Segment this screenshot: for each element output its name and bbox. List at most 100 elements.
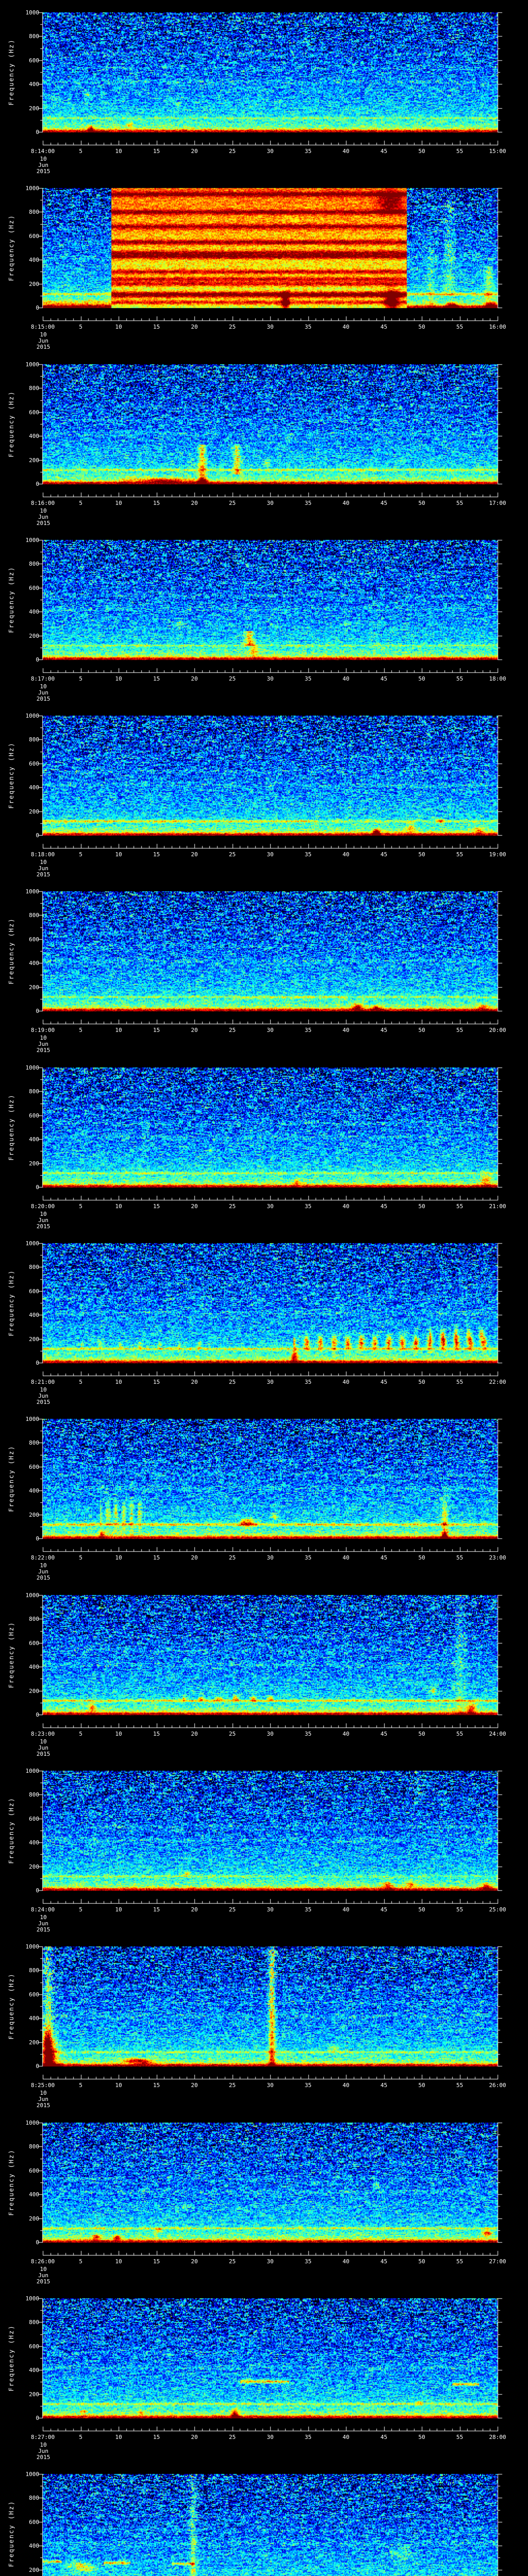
y-tick-label: 800 <box>29 1088 39 1095</box>
x-end-label: 18:00 <box>489 675 506 682</box>
y-tick-label: 0 <box>36 832 39 839</box>
x-tick-label: 50 <box>418 2434 425 2441</box>
y-axis-label: Frequency (Hz) <box>8 918 15 985</box>
date-line: 10 <box>40 507 47 514</box>
y-tick-label: 600 <box>29 584 39 591</box>
y-tick-label: 200 <box>29 2566 39 2573</box>
x-tick-label: 30 <box>267 1203 274 1210</box>
x-tick-label: 10 <box>115 1027 122 1033</box>
spectrogram-panel: Frequency (Hz) 0 200 400 600 800 1000 8:25:00 5 1… <box>0 1934 528 2110</box>
x-tick-label: 55 <box>456 1731 464 1737</box>
date-line: Jun <box>38 2096 48 2103</box>
y-tick-label: 1000 <box>25 537 40 544</box>
y-tick-label: 800 <box>29 209 39 216</box>
x-tick-label: 15 <box>153 500 160 506</box>
x-tick-label: 15 <box>153 675 160 682</box>
date-line: 2015 <box>36 1751 51 1757</box>
date-line: 2015 <box>36 2102 51 2109</box>
x-tick-label: 55 <box>456 2258 464 2265</box>
x-tick-label: 50 <box>418 2082 425 2089</box>
spectrogram-panel: Frequency (Hz) 0 200 400 600 800 1000 8:27:00 5 1… <box>0 2286 528 2462</box>
spectrogram-panel: Frequency (Hz) 0 200 400 600 800 1000 8:22:00 5 1… <box>0 1406 528 1582</box>
y-tick-label: 0 <box>36 1711 39 1718</box>
x-start-label: 8:16:00 <box>30 500 55 506</box>
spectrogram-panel: Frequency (Hz) 0 200 400 600 800 1000 8:23:00 5 1… <box>0 1583 528 1758</box>
x-tick-label: 5 <box>79 1203 82 1210</box>
date-line: 2015 <box>36 1574 51 1581</box>
x-tick-label: 5 <box>79 500 82 506</box>
x-tick-label: 35 <box>304 1731 312 1737</box>
x-tick-label: 45 <box>380 1379 388 1385</box>
date-line: 2015 <box>36 696 51 702</box>
date-line: Jun <box>38 1217 48 1224</box>
y-tick-label: 400 <box>29 257 39 264</box>
x-tick-label: 40 <box>342 2434 350 2441</box>
x-tick-label: 5 <box>79 324 82 330</box>
y-tick-label: 800 <box>29 1616 39 1623</box>
y-tick-label: 200 <box>29 1511 39 1518</box>
y-tick-label: 600 <box>29 1287 39 1295</box>
x-tick-label: 55 <box>456 500 464 506</box>
x-tick-label: 55 <box>456 1027 464 1033</box>
x-tick-label: 35 <box>304 1554 312 1561</box>
date-line: Jun <box>38 337 48 344</box>
y-tick-label: 1000 <box>25 361 40 368</box>
x-tick-label: 5 <box>79 1731 82 1737</box>
x-tick-label: 45 <box>380 1731 388 1737</box>
spectrogram-panel: Frequency (Hz) 0 200 400 600 800 1000 8:17:00 5 1… <box>0 528 528 703</box>
x-tick-label: 55 <box>456 1554 464 1561</box>
x-tick-label: 10 <box>115 324 122 330</box>
date-line: 2015 <box>36 1047 51 1054</box>
date-line: 10 <box>40 1562 47 1569</box>
x-tick-label: 25 <box>228 500 236 506</box>
x-tick-label: 50 <box>418 1906 425 1913</box>
x-tick-label: 40 <box>342 1203 350 1210</box>
x-tick-label: 30 <box>267 1731 274 1737</box>
y-tick-label: 200 <box>29 632 39 639</box>
x-tick-label: 5 <box>79 1906 82 1913</box>
date-line: 10 <box>40 1211 47 1217</box>
x-start-label: 8:17:00 <box>30 675 55 682</box>
x-tick-label: 40 <box>342 500 350 506</box>
x-tick-label: 40 <box>342 1731 350 1737</box>
date-line: 10 <box>40 1035 47 1041</box>
x-tick-label: 5 <box>79 2258 82 2265</box>
date-line: 10 <box>40 1738 47 1745</box>
y-tick-label: 0 <box>36 1887 39 1894</box>
x-tick-label: 55 <box>456 1906 464 1913</box>
y-tick-label: 800 <box>29 2495 39 2502</box>
y-tick-label: 600 <box>29 936 39 943</box>
y-tick-label: 1000 <box>25 888 40 895</box>
x-end-label: 19:00 <box>489 851 506 858</box>
x-tick-label: 25 <box>228 1379 236 1385</box>
y-tick-label: 0 <box>36 1535 39 1542</box>
y-tick-label: 1000 <box>25 1416 40 1422</box>
x-tick-label: 5 <box>79 1554 82 1561</box>
x-tick-label: 50 <box>418 148 425 155</box>
y-axis-label: Frequency (Hz) <box>8 2500 15 2567</box>
y-axis-label: Frequency (Hz) <box>8 2149 15 2216</box>
x-tick-label: 40 <box>342 148 350 155</box>
y-tick-label: 400 <box>29 784 39 791</box>
y-tick-label: 400 <box>29 81 39 88</box>
y-axis-label: Frequency (Hz) <box>8 1269 15 1336</box>
y-axis-label: Frequency (Hz) <box>8 742 15 809</box>
x-tick-label: 35 <box>304 324 312 330</box>
y-tick-label: 0 <box>36 1184 39 1191</box>
x-tick-label: 5 <box>79 851 82 858</box>
x-tick-label: 40 <box>342 1379 350 1385</box>
x-tick-label: 40 <box>342 1027 350 1033</box>
x-tick-label: 30 <box>267 1027 274 1033</box>
x-tick-label: 20 <box>191 2258 198 2265</box>
x-tick-label: 5 <box>79 148 82 155</box>
y-tick-label: 800 <box>29 2143 39 2150</box>
y-tick-label: 200 <box>29 1687 39 1694</box>
x-tick-label: 10 <box>115 1554 122 1561</box>
y-tick-label: 800 <box>29 561 39 568</box>
x-tick-label: 25 <box>228 1731 236 1737</box>
x-tick-label: 40 <box>342 675 350 682</box>
y-tick-label: 400 <box>29 433 39 440</box>
x-tick-label: 40 <box>342 851 350 858</box>
y-tick-label: 400 <box>29 1839 39 1846</box>
x-tick-label: 30 <box>267 324 274 330</box>
